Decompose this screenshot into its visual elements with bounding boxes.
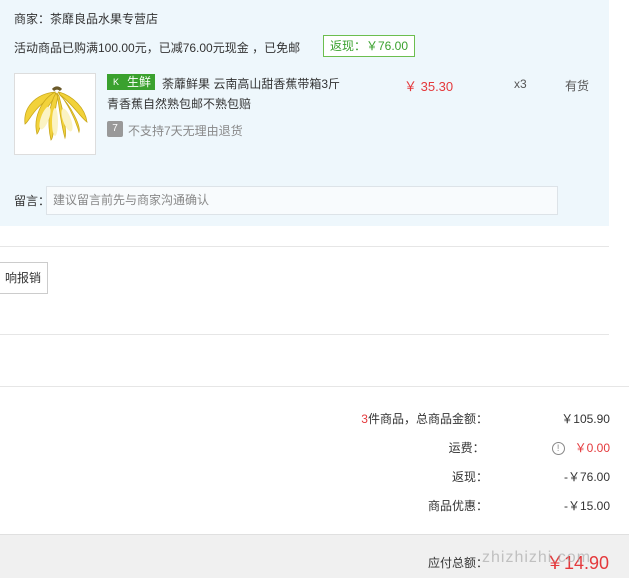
summary-shipping-row: 运费： ! ￥0.00: [449, 438, 610, 458]
checkout-bar: 应付总额： ￥14.90 zhizhizhi.com: [0, 534, 629, 578]
summary-rebate-row: 返现： -￥76.00: [452, 467, 610, 487]
total-label: 应付总额：: [428, 556, 489, 570]
item-count: 3: [361, 412, 368, 426]
divider: [0, 386, 629, 387]
summary-goods-row: 3件商品，总商品金额： ￥105.90: [361, 409, 610, 429]
discount-value: -￥15.00: [563, 499, 610, 513]
item-quantity: x3: [514, 77, 527, 91]
banana-image: [15, 74, 95, 154]
no-return-icon: 7: [107, 121, 123, 137]
remark-input[interactable]: 建议留言前先与商家沟通确认: [46, 186, 558, 215]
discount-label: 商品优惠：: [427, 499, 488, 513]
goods-total-value: ￥105.90: [561, 412, 610, 426]
shop-name-line: 商家：茶靡良品水果专营店: [14, 10, 158, 27]
product-title-line1[interactable]: 荼蘼鲜果 云南高山甜香蕉带箱3斤: [162, 75, 340, 92]
shop-label: 商家：: [14, 12, 51, 26]
rebate-value: -￥76.00: [563, 470, 610, 484]
summary-discount-row: 商品优惠： -￥15.00: [428, 496, 610, 516]
divider: [0, 334, 609, 335]
shipping-label: 运费：: [448, 441, 485, 455]
fresh-icon: K: [108, 75, 124, 89]
invoice-button[interactable]: 响报销: [0, 262, 48, 294]
shipping-value: ￥0.00: [574, 441, 610, 455]
item-price: ￥ 35.30: [404, 79, 454, 94]
goods-total-label: 件商品，总商品金额：: [367, 412, 488, 426]
fresh-label: 生鲜: [124, 75, 155, 89]
remark-label: 留言：: [14, 194, 51, 208]
promo-text: 活动商品已购满100.00元，已减76.00元现金 ，已免邮: [14, 41, 301, 55]
item-stock: 有货: [565, 79, 590, 93]
watermark: zhizhizhi.com: [482, 549, 592, 566]
no-return-text: 不支持7天无理由退货: [128, 124, 243, 138]
shop-name[interactable]: 茶靡良品水果专营店: [50, 12, 158, 26]
shop-section: 商家：茶靡良品水果专营店 活动商品已购满100.00元，已减76.00元现金 ，…: [0, 0, 609, 226]
info-icon[interactable]: !: [551, 442, 565, 456]
divider: [0, 246, 609, 247]
product-title-line2[interactable]: 青香蕉自然熟包邮不熟包赔: [107, 95, 251, 112]
rebate-tag: 返现：￥76.00: [323, 35, 415, 57]
fresh-badge: K 生鲜: [107, 74, 156, 90]
rebate-label: 返现：: [451, 470, 488, 484]
product-thumbnail[interactable]: [14, 73, 96, 155]
